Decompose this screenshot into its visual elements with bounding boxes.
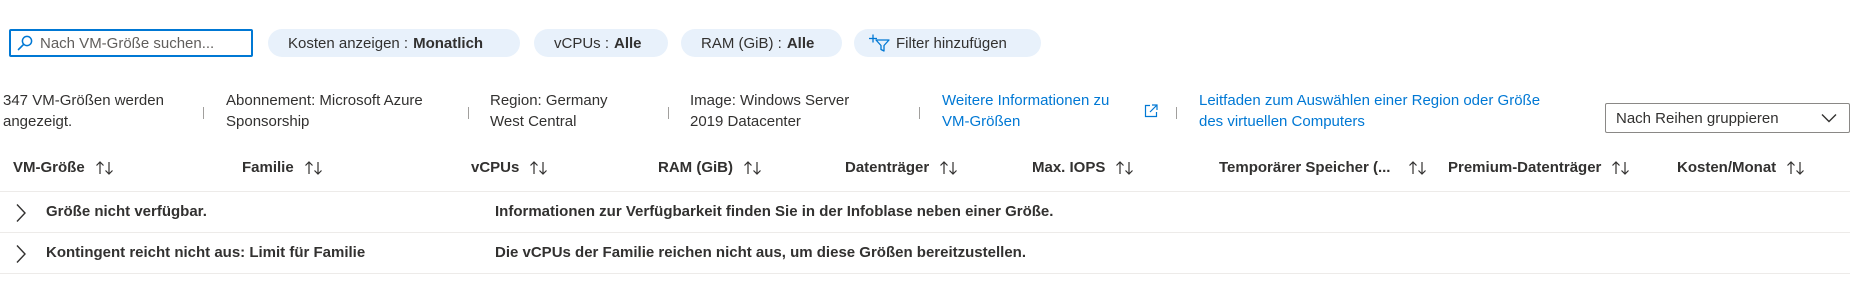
column-header-premium-disks[interactable]: Premium-Datenträger: [1448, 159, 1631, 176]
image-text: Image: Windows Server 2019 Datacenter: [690, 92, 850, 130]
column-header-ram[interactable]: RAM (GiB): [658, 159, 763, 176]
column-header-vcpus[interactable]: vCPUs: [471, 159, 549, 176]
filter-vcpus-value: Alle: [614, 34, 642, 52]
region-size-guide-link[interactable]: Leitfaden zum Auswählen einer Region ode…: [1199, 90, 1540, 132]
filter-ram-value: Alle: [786, 34, 815, 52]
table-row[interactable]: Kontingent reicht nicht aus: Limit für F…: [0, 233, 1850, 273]
group-title: Kontingent reicht nicht aus: Limit für F…: [46, 244, 366, 261]
row-divider: [0, 273, 1850, 274]
group-by-dropdown[interactable]: Nach Reihen gruppieren: [1605, 103, 1850, 133]
subscription-text: Abonnement: Microsoft Azure Sponsorship: [226, 92, 423, 130]
divider: [1176, 107, 1177, 119]
table-row[interactable]: Größe nicht verfügbar. Informationen zur…: [0, 192, 1850, 232]
sort-icon: [1786, 160, 1806, 175]
column-header-vm-size[interactable]: VM-Größe: [13, 159, 115, 176]
sort-icon: [304, 160, 324, 175]
search-icon: [17, 35, 33, 51]
add-filter-label: Filter hinzufügen: [896, 34, 1007, 52]
sort-icon: [1611, 160, 1631, 175]
filter-ram-pill[interactable]: RAM (GiB) : Alle: [681, 29, 842, 57]
divider: [468, 107, 469, 119]
filter-vcpus-pill[interactable]: vCPUs : Alle: [534, 29, 668, 57]
sort-icon: [1115, 160, 1135, 175]
divider: [668, 107, 669, 119]
chevron-down-icon: [1821, 114, 1837, 123]
group-by-value: Nach Reihen gruppieren: [1616, 109, 1779, 127]
vm-count-text: 347 VM-Größen werden angezeigt.: [3, 92, 164, 130]
group-title: Größe nicht verfügbar.: [46, 203, 207, 220]
column-header-temp-storage[interactable]: Temporärer Speicher (...: [1219, 159, 1428, 176]
filter-ram-label: RAM (GiB) :: [701, 34, 782, 52]
sort-icon: [743, 160, 763, 175]
filter-cost-label: Kosten anzeigen :: [288, 34, 409, 52]
sort-icon: [1408, 160, 1428, 175]
column-header-max-iops[interactable]: Max. IOPS: [1032, 159, 1135, 176]
group-message: Die vCPUs der Familie reichen nicht aus,…: [495, 244, 1026, 261]
divider: [203, 107, 204, 119]
column-header-cost-month[interactable]: Kosten/Monat: [1677, 159, 1806, 176]
chevron-right-icon[interactable]: [15, 244, 27, 264]
column-header-family[interactable]: Familie: [242, 159, 324, 176]
filter-cost-value: Monatlich: [413, 34, 484, 52]
add-filter-button[interactable]: Filter hinzufügen: [854, 29, 1041, 57]
sort-icon: [95, 160, 115, 175]
divider: [919, 107, 920, 119]
region-text: Region: Germany West Central: [490, 92, 608, 130]
column-header-disks[interactable]: Datenträger: [845, 159, 959, 176]
search-input[interactable]: [40, 34, 240, 52]
group-message: Informationen zur Verfügbarkeit finden S…: [495, 203, 1054, 220]
sort-icon: [939, 160, 959, 175]
add-filter-icon: [868, 33, 890, 53]
more-info-link[interactable]: Weitere Informationen zu VM-Größen: [942, 90, 1109, 132]
filter-vcpus-label: vCPUs :: [554, 34, 610, 52]
external-link-icon[interactable]: [1144, 104, 1158, 118]
filter-cost-pill[interactable]: Kosten anzeigen : Monatlich: [268, 29, 520, 57]
sort-icon: [529, 160, 549, 175]
chevron-right-icon[interactable]: [15, 203, 27, 223]
search-box[interactable]: [9, 29, 253, 57]
